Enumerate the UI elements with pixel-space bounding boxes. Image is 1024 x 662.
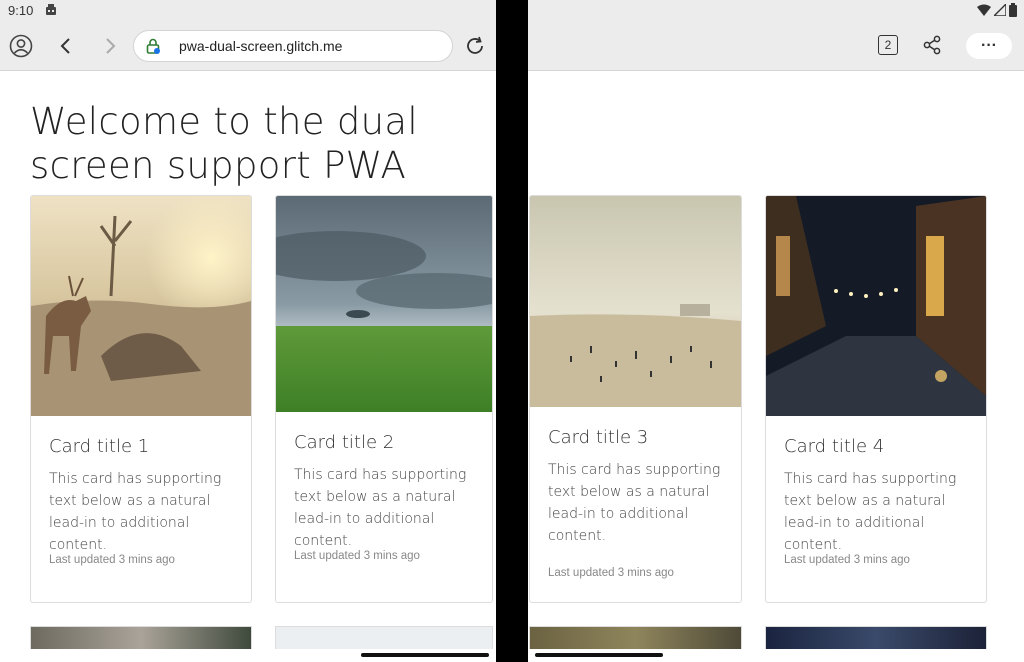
card-title: Card title 1 [49,436,150,457]
notification-icon [44,3,58,17]
card-8-peek[interactable] [765,626,987,649]
battery-icon [1009,3,1017,17]
card-footer: Last updated 3 mins ago [784,554,910,566]
card-footer: Last updated 3 mins ago [548,567,674,579]
card-text: This card has supporting text below as a… [784,471,957,553]
browser-toolbar-right: 2 ··· [528,22,1024,71]
card-5-peek[interactable] [30,626,252,649]
card-title: Card title 4 [784,436,885,457]
card-3[interactable]: Card title 3 This card has supporting te… [529,195,742,603]
lock-icon [146,38,160,54]
url-text: pwa-dual-screen.glitch.me [179,38,343,54]
status-bar-right [528,0,1024,22]
device-hinge [496,0,528,662]
status-time: 9:10 [8,3,34,18]
browser-toolbar-left: pwa-dual-screen.glitch.me [0,22,496,71]
address-bar[interactable]: pwa-dual-screen.glitch.me [133,30,453,62]
card-2-image [276,196,492,412]
card-1[interactable]: Card title 1 This card has supporting te… [30,195,252,603]
tab-count: 2 [884,38,892,52]
card-4[interactable]: Card title 4 This card has supporting te… [765,195,987,603]
card-footer: Last updated 3 mins ago [49,554,175,566]
card-title: Card title 2 [294,432,395,453]
more-icon[interactable]: ··· [966,33,1012,59]
gesture-bar-right[interactable] [535,653,663,657]
card-footer: Last updated 3 mins ago [294,550,420,562]
card-3-image [530,196,741,407]
card-4-image [766,196,986,416]
back-icon[interactable] [56,36,76,56]
gesture-bar-left[interactable] [361,653,489,657]
reload-icon[interactable] [464,35,486,57]
profile-icon[interactable] [9,34,33,58]
status-bar-left: 9:10 [0,0,496,22]
card-6-peek[interactable] [275,626,493,649]
card-1-image [31,196,251,416]
wifi-icon [977,4,991,16]
card-7-peek[interactable] [529,626,742,649]
card-2[interactable]: Card title 2 This card has supporting te… [275,195,493,603]
card-title: Card title 3 [548,427,649,448]
page-title: Welcome to the dual screen support PWA [30,100,418,187]
forward-icon[interactable] [100,36,120,56]
card-text: This card has supporting text below as a… [548,462,721,544]
tabs-icon[interactable]: 2 [878,35,898,55]
signal-icon [994,4,1006,16]
card-text: This card has supporting text below as a… [49,471,222,553]
card-text: This card has supporting text below as a… [294,467,467,549]
more-label: ··· [981,37,997,54]
share-icon[interactable] [922,35,942,55]
